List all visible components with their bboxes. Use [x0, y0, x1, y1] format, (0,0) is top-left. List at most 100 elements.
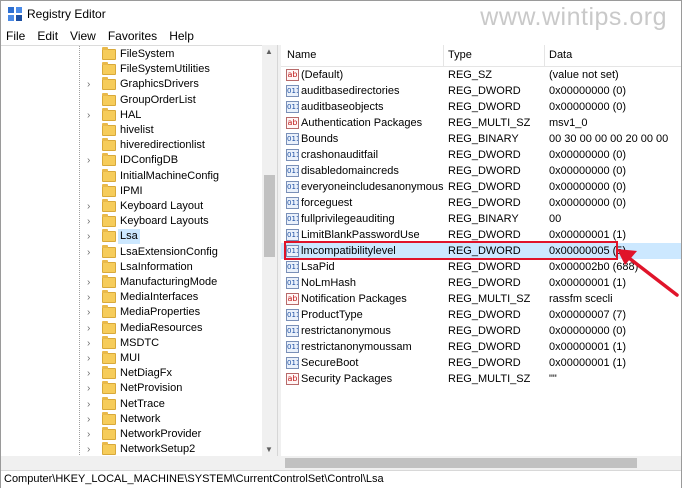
value-row[interactable]: ab Security Packages REG_MULTI_SZ "" [281, 371, 681, 387]
value-type: REG_DWORD [448, 101, 521, 113]
binary-value-icon: 011 [286, 165, 299, 177]
tree-item[interactable]: › NetProvision [1, 381, 263, 396]
tree-item[interactable]: › Network [1, 411, 263, 427]
value-row[interactable]: ab (Default) REG_SZ (value not set) [281, 67, 681, 83]
value-row[interactable]: 011fullprivilegeauditing REG_BINARY 00 [281, 211, 681, 227]
values-column-header: Name Type Data [281, 45, 681, 67]
value-name: Notification Packages [301, 293, 407, 305]
tree-item[interactable]: GroupOrderList [1, 92, 263, 108]
value-name: ProductType [301, 309, 363, 321]
tree-item-label: FileSystem [120, 48, 175, 60]
menu-edit[interactable]: Edit [31, 27, 64, 45]
tree-item[interactable]: hivelist [1, 123, 263, 138]
tree-item[interactable]: › MediaProperties [1, 305, 263, 320]
tree-item[interactable]: › Lsa [1, 229, 263, 245]
chevron-right-icon[interactable]: › [87, 78, 90, 91]
folder-icon [102, 92, 116, 106]
column-header-data[interactable]: Data [549, 49, 572, 61]
folder-icon [102, 77, 116, 91]
tree-item[interactable]: FileSystem [1, 47, 263, 62]
tree-item-label: NetworkProvider [120, 428, 202, 440]
menu-view[interactable]: View [64, 27, 102, 45]
chevron-right-icon[interactable]: › [87, 109, 90, 122]
menu-file[interactable]: File [1, 27, 31, 45]
value-row[interactable]: 011crashonauditfail REG_DWORD 0x00000000 (… [281, 147, 681, 163]
tree-item[interactable]: › NetDiagFx [1, 366, 263, 381]
chevron-right-icon[interactable]: › [87, 322, 90, 335]
tree-item[interactable]: › NetTrace [1, 396, 263, 412]
value-row[interactable]: 011SecureBoot REG_DWORD 0x00000001 (1) [281, 355, 681, 371]
value-name: forceguest [301, 197, 353, 209]
tree-item-label: NetworkSetup2 [120, 443, 196, 456]
tree-item[interactable]: › MediaResources [1, 320, 263, 336]
chevron-right-icon[interactable]: › [87, 413, 90, 426]
values-horizontal-scrollbar[interactable] [1, 456, 681, 470]
tree-item[interactable]: › MSDTC [1, 335, 263, 351]
menu-favorites[interactable]: Favorites [102, 27, 163, 45]
value-row[interactable]: 011auditbasedirectories REG_DWORD 0x000000… [281, 83, 681, 99]
chevron-right-icon[interactable]: › [87, 367, 90, 380]
chevron-right-icon[interactable]: › [87, 443, 90, 456]
tree-item[interactable]: › ManufacturingMode [1, 275, 263, 290]
value-row[interactable]: 011everyoneincludesanonymous REG_DWORD 0x0… [281, 179, 681, 195]
folder-icon [102, 123, 116, 136]
tree-item-label: Keyboard Layout [120, 200, 204, 212]
tree-item[interactable]: › NetworkProvider [1, 427, 263, 442]
scroll-down-arrow-icon[interactable]: ▼ [265, 445, 273, 454]
tree-item[interactable]: FileSystemUtilities [1, 62, 263, 77]
column-divider[interactable] [443, 45, 444, 67]
chevron-right-icon[interactable]: › [87, 428, 90, 441]
chevron-right-icon[interactable]: › [87, 276, 90, 289]
menu-help[interactable]: Help [163, 27, 200, 45]
folder-icon [102, 244, 116, 258]
value-row[interactable]: 011forceguest REG_DWORD 0x00000000 (0) [281, 195, 681, 211]
chevron-right-icon[interactable]: › [87, 306, 90, 319]
menu-bar: File Edit View Favorites Help [1, 27, 681, 45]
tree-item[interactable]: InitialMachineConfig [1, 168, 263, 184]
chevron-right-icon[interactable]: › [87, 382, 90, 395]
status-bar: Computer\HKEY_LOCAL_MACHINE\SYSTEM\Curre… [1, 470, 681, 488]
column-header-type[interactable]: Type [448, 49, 472, 61]
column-divider[interactable] [544, 45, 545, 67]
column-header-name[interactable]: Name [287, 49, 316, 61]
tree-item[interactable]: › LsaExtensionConfig [1, 244, 263, 260]
chevron-right-icon[interactable]: › [87, 230, 90, 243]
chevron-right-icon[interactable]: › [87, 215, 90, 228]
chevron-right-icon[interactable]: › [87, 398, 90, 411]
tree-item[interactable]: › MUI [1, 351, 263, 366]
folder-icon [102, 214, 116, 228]
tree-item[interactable]: › Keyboard Layouts [1, 214, 263, 229]
chevron-right-icon[interactable]: › [87, 200, 90, 213]
value-row[interactable]: 011Bounds REG_BINARY 00 30 00 00 00 20 00 … [281, 131, 681, 147]
tree-item[interactable]: › GraphicsDrivers [1, 77, 263, 92]
value-row[interactable]: ab Authentication Packages REG_MULTI_SZ msv… [281, 115, 681, 131]
tree-vertical-scrollbar[interactable]: ▲ ▼ [262, 45, 277, 456]
value-type: REG_DWORD [448, 197, 521, 209]
chevron-right-icon[interactable]: › [87, 246, 90, 259]
tree-item[interactable]: hiveredirectionlist [1, 138, 263, 153]
tree-item[interactable]: › NetworkSetup2 [1, 442, 263, 456]
scroll-up-arrow-icon[interactable]: ▲ [265, 47, 273, 56]
value-row[interactable]: 011auditbaseobjects REG_DWORD 0x00000000 (… [281, 99, 681, 115]
value-data: 0x00000000 (0) [549, 197, 627, 209]
chevron-right-icon[interactable]: › [87, 337, 90, 350]
tree-item[interactable]: › IDConfigDB [1, 153, 263, 168]
key-tree-pane[interactable]: FileSystem FileSystemUtilities › GraphicsDr… [1, 45, 277, 456]
chevron-right-icon[interactable]: › [87, 154, 90, 167]
tree-item[interactable]: IPMI [1, 183, 263, 199]
value-row[interactable]: 011disabledomaincreds REG_DWORD 0x00000000… [281, 163, 681, 179]
tree-scroll-thumb[interactable] [264, 175, 275, 257]
tree-item[interactable]: › MediaInterfaces [1, 290, 263, 305]
value-row[interactable]: 011ProductType REG_DWORD 0x00000007 (7) [281, 307, 681, 323]
window-title: Registry Editor [27, 7, 106, 21]
value-data: 0x00000000 (0) [549, 181, 627, 193]
tree-item[interactable]: › HAL [1, 107, 263, 123]
value-row[interactable]: 011restrictanonymoussam REG_DWORD 0x000000… [281, 339, 681, 355]
value-row[interactable]: 011restrictanonymous REG_DWORD 0x00000000 … [281, 323, 681, 339]
value-data: 0x00000000 (0) [549, 165, 627, 177]
horizontal-scroll-thumb[interactable] [285, 458, 637, 468]
tree-item[interactable]: LsaInformation [1, 259, 263, 275]
tree-item[interactable]: › Keyboard Layout [1, 199, 263, 214]
chevron-right-icon[interactable]: › [87, 291, 90, 304]
chevron-right-icon[interactable]: › [87, 352, 90, 365]
